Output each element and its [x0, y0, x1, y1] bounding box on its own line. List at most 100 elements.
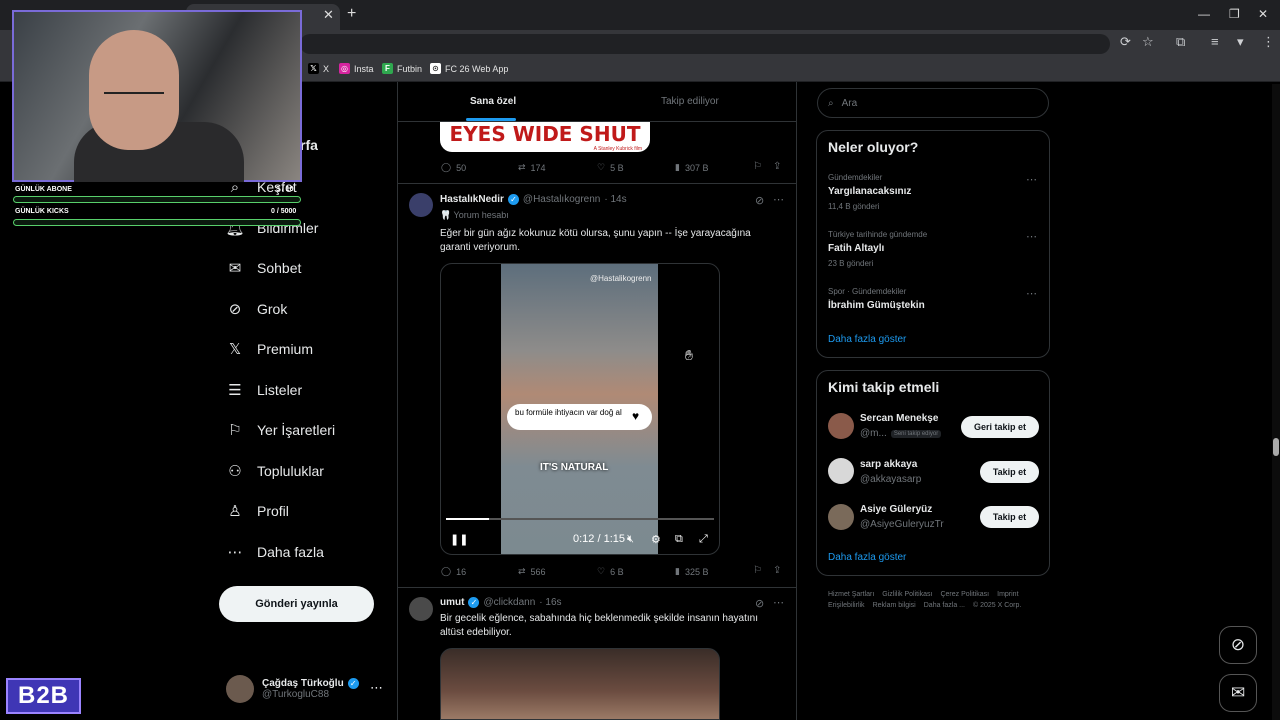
footer-link[interactable]: Erişilebilirlik — [828, 602, 865, 609]
close-tab-icon[interactable]: ✕ — [323, 7, 334, 23]
nav-item-premium[interactable]: 𝕏 Premium — [226, 340, 313, 358]
fullscreen-icon[interactable]: ⤢ — [699, 533, 708, 546]
follow-button[interactable]: Takip et — [980, 461, 1039, 483]
address-bar[interactable] — [300, 34, 1110, 54]
show-more-trends-link[interactable]: Daha fazla göster — [828, 334, 906, 345]
like-button[interactable]: ♡ 6 B — [597, 566, 624, 577]
post-text: Bir gecelik eğlence, sabahında hiç bekle… — [440, 613, 758, 638]
footer-link[interactable]: Çerez Politikası — [940, 591, 989, 598]
scrollbar-thumb[interactable] — [1273, 438, 1279, 456]
avatar[interactable] — [828, 413, 854, 439]
nav-item-sohbet[interactable]: ✉ Sohbet — [226, 259, 302, 277]
video-progress-fill — [446, 518, 489, 520]
nav-item-label: Sohbet — [257, 260, 302, 276]
post-media[interactable] — [440, 648, 720, 720]
reply-button[interactable]: ◯ 16 — [441, 566, 466, 577]
footer-link[interactable]: Daha fazla ... — [924, 602, 965, 609]
bookmark-icon[interactable]: ⚐ — [753, 161, 762, 172]
settings-icon[interactable]: ⚙ — [651, 533, 661, 546]
follow-name[interactable]: Sercan Menekşe — [860, 413, 938, 424]
reply-button[interactable]: ◯ 50 — [441, 162, 466, 173]
trend-count: 23 B gönderi — [828, 259, 874, 268]
tab-following[interactable]: Takip ediliyor — [661, 96, 719, 107]
post-more-icon[interactable]: ⋯ — [773, 596, 784, 609]
browser-menu-icon[interactable]: ⋮ — [1262, 34, 1275, 50]
views-button[interactable]: ▮ 307 B — [675, 162, 708, 173]
verified-icon: ✓ — [507, 194, 519, 205]
bookmark-star-icon[interactable]: ☆ — [1142, 34, 1154, 50]
nav-item-listeler[interactable]: ☰ Listeler — [226, 381, 302, 399]
views-button[interactable]: ▮ 325 B — [675, 566, 708, 577]
trend-more-icon[interactable]: ⋯ — [1026, 173, 1037, 186]
grok-icon[interactable]: ⊘ — [755, 597, 764, 610]
new-tab-button[interactable]: + — [347, 5, 356, 23]
avatar[interactable] — [828, 504, 854, 530]
avatar[interactable] — [828, 458, 854, 484]
trend-more-icon[interactable]: ⋯ — [1026, 230, 1037, 243]
post-time[interactable]: · 16s — [539, 597, 561, 608]
grok-icon[interactable]: ⊘ — [755, 194, 764, 207]
bookmark-x[interactable]: 𝕏 X — [308, 63, 329, 74]
account-more-icon[interactable]: ⋯ — [370, 680, 383, 696]
post-button[interactable]: Gönderi yayınla — [219, 586, 374, 622]
pause-icon[interactable]: ❚❚ — [450, 533, 468, 546]
trend-name[interactable]: Fatih Altaylı — [828, 243, 884, 254]
fc-webapp-icon: ⊙ — [430, 63, 441, 74]
reload-page-icon[interactable]: ⟳ — [1120, 34, 1131, 50]
follow-name[interactable]: sarp akkaya — [860, 459, 917, 470]
pip-icon[interactable]: ⧉ — [675, 533, 683, 546]
like-button[interactable]: ♡ 5 B — [597, 162, 624, 173]
post-more-icon[interactable]: ⋯ — [773, 193, 784, 206]
minimize-icon[interactable]: — — [1198, 7, 1210, 21]
repost-button[interactable]: ⇄ 566 — [518, 566, 546, 577]
active-tab-indicator — [466, 118, 516, 121]
post-time[interactable]: · 14s — [604, 194, 626, 205]
nav-item-yer-i-şaretleri[interactable]: ⚐ Yer İşaretleri — [226, 421, 335, 439]
post-author-handle[interactable]: @Hastalıkogrenn — [523, 194, 600, 205]
post-author-name[interactable]: umut — [440, 597, 464, 608]
follow-button[interactable]: Takip et — [980, 506, 1039, 528]
bookmark-icon[interactable]: ⚐ — [753, 565, 762, 576]
messages-fab[interactable]: ✉ — [1219, 674, 1257, 712]
bookmark-fc-webapp[interactable]: ⊙ FC 26 Web App — [430, 63, 508, 74]
grok-fab[interactable]: ⊘ — [1219, 626, 1257, 664]
tab-for-you[interactable]: Sana özel — [470, 96, 516, 107]
repost-button[interactable]: ⇄ 174 — [518, 162, 546, 173]
nav-item-daha-fazla[interactable]: ⋯ Daha fazla — [226, 543, 324, 561]
post-image[interactable]: EYES WIDE SHUT A Stanley Kubrick film — [440, 122, 650, 152]
bookmark-futbin[interactable]: F Futbin — [382, 63, 422, 74]
mute-icon[interactable]: 🔇︎ — [627, 533, 634, 546]
nav-item-label: Grok — [257, 301, 288, 317]
bookmark-insta[interactable]: ◎ Insta — [339, 63, 374, 74]
follow-name[interactable]: Asiye Güleryüz — [860, 504, 932, 515]
trend-name[interactable]: Yargılanacaksınız — [828, 186, 911, 197]
profile-icon[interactable]: ▾ — [1237, 34, 1244, 50]
search-input[interactable]: ⌕ Ara — [817, 88, 1049, 118]
show-more-follows-link[interactable]: Daha fazla göster — [828, 552, 906, 563]
footer-link[interactable]: Reklam bilgisi — [873, 602, 916, 609]
daily-sub-label: GÜNLÜK ABONE — [15, 186, 72, 193]
post-author-avatar[interactable] — [409, 193, 433, 217]
close-window-icon[interactable]: ✕ — [1258, 7, 1268, 21]
post-author-handle[interactable]: @clickdann — [483, 597, 535, 608]
account-switcher[interactable]: Çağdaş Türkoğlu ✓ @TurkogluC88 — [226, 675, 359, 703]
nav-item-grok[interactable]: ⊘ Grok — [226, 300, 288, 318]
share-icon[interactable]: ⇪ — [773, 565, 781, 576]
media-icon[interactable]: ≡ — [1211, 34, 1219, 49]
scrollbar[interactable] — [1272, 84, 1280, 720]
footer-link[interactable]: Imprint — [997, 591, 1018, 598]
footer-link[interactable]: Hizmet Şartları — [828, 591, 874, 598]
share-icon[interactable]: ⇪ — [773, 161, 781, 172]
trend-name[interactable]: İbrahim Gümüştekin — [828, 300, 925, 311]
nav-item-profil[interactable]: ♙ Profil — [226, 502, 289, 520]
nav-item-topluluklar[interactable]: ⚇ Topluluklar — [226, 462, 324, 480]
reply-icon: ◯ — [441, 566, 452, 576]
trend-more-icon[interactable]: ⋯ — [1026, 287, 1037, 300]
repost-icon: ⇄ — [518, 566, 526, 576]
post-author-name[interactable]: HastalıkNedir — [440, 194, 504, 205]
footer-link[interactable]: Gizlilik Politikası — [882, 591, 932, 598]
follow-back-button[interactable]: Geri takip et — [961, 416, 1039, 438]
post-author-avatar[interactable] — [409, 597, 433, 621]
extensions-icon[interactable]: ⧉ — [1176, 34, 1185, 50]
restore-icon[interactable]: ❐ — [1229, 7, 1240, 21]
